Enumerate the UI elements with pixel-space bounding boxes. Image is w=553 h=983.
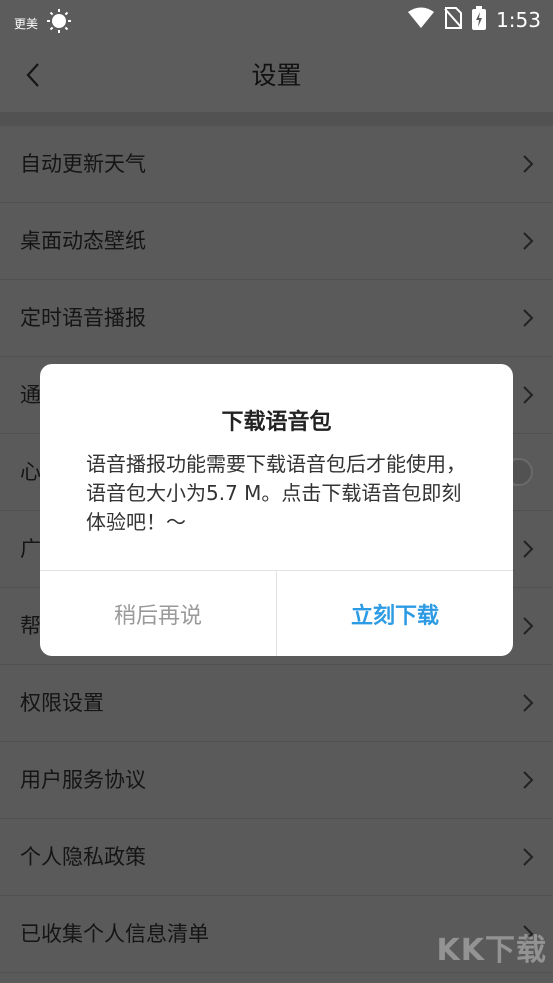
- setting-label: 桌面动态壁纸: [20, 229, 146, 253]
- status-bar: 更美 1:53: [0, 0, 553, 38]
- setting-permissions[interactable]: 权限设置: [0, 665, 553, 742]
- later-button[interactable]: 稍后再说: [40, 571, 276, 656]
- setting-label: 个人隐私政策: [20, 845, 146, 869]
- no-sim-icon: [444, 7, 463, 33]
- weather-sun-icon: [46, 8, 72, 38]
- setting-auto-update-weather[interactable]: 自动更新天气: [0, 126, 553, 203]
- setting-user-agreement[interactable]: 用户服务协议: [0, 742, 553, 819]
- setting-label: 用户服务协议: [20, 768, 146, 792]
- app-header: 设置: [0, 38, 553, 112]
- setting-label: 已收集个人信息清单: [20, 922, 209, 946]
- chevron-right-icon: [523, 694, 534, 712]
- setting-scheduled-voice[interactable]: 定时语音播报: [0, 280, 553, 357]
- clock-time: 1:53: [496, 8, 541, 32]
- chevron-right-icon: [523, 617, 534, 635]
- page-title: 设置: [251, 61, 302, 90]
- chevron-right-icon: [523, 155, 534, 173]
- battery-charging-icon: [472, 6, 487, 34]
- setting-label: 帮: [20, 614, 41, 638]
- chevron-right-icon: [523, 386, 534, 404]
- watermark-logo: KK下载: [436, 933, 547, 968]
- section-gap: [0, 112, 553, 126]
- download-voice-pack-dialog: 下载语音包 语音播报功能需要下载语音包后才能使用，语音包大小为5.7 M。点击下…: [40, 364, 513, 656]
- setting-label: 通: [20, 383, 41, 407]
- chevron-right-icon: [523, 309, 534, 327]
- carrier-label: 更美: [14, 16, 39, 31]
- download-now-button[interactable]: 立刻下载: [277, 571, 513, 656]
- dialog-title: 下载语音包: [221, 410, 332, 435]
- dialog-message: 语音播报功能需要下载语音包后才能使用，语音包大小为5.7 M。点击下载语音包即刻…: [86, 452, 466, 534]
- setting-live-wallpaper[interactable]: 桌面动态壁纸: [0, 203, 553, 280]
- chevron-right-icon: [523, 771, 534, 789]
- chevron-right-icon: [523, 232, 534, 250]
- setting-privacy-policy[interactable]: 个人隐私政策: [0, 819, 553, 896]
- wifi-icon: [408, 7, 435, 33]
- setting-label: 自动更新天气: [20, 152, 146, 176]
- setting-label: 心: [20, 460, 41, 484]
- setting-label: 权限设置: [20, 691, 104, 715]
- setting-label: 广: [20, 537, 41, 561]
- chevron-right-icon: [523, 848, 534, 866]
- chevron-right-icon: [523, 540, 534, 558]
- setting-label: 定时语音播报: [20, 306, 146, 330]
